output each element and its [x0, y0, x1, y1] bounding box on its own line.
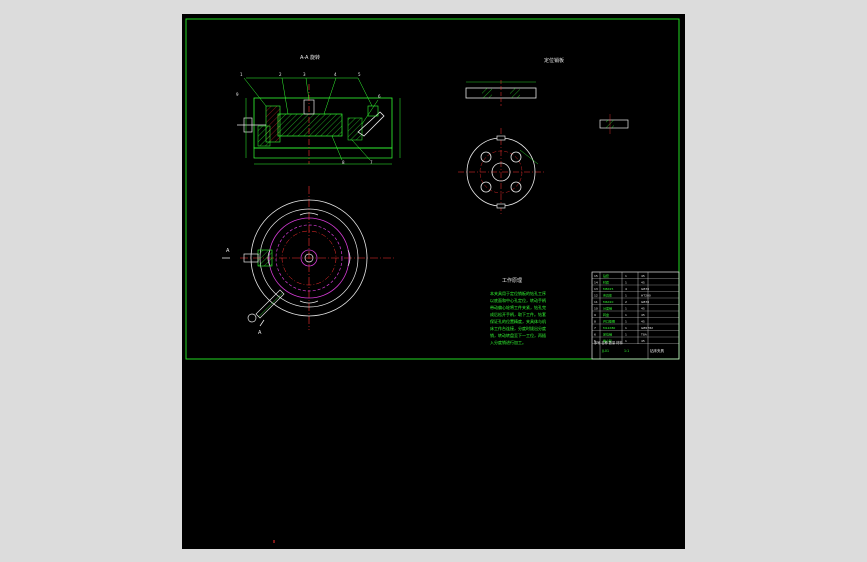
tb-drawing-no: JJ-01	[601, 349, 609, 353]
parts-cell: 1	[625, 319, 627, 323]
part-side-hatch-left	[482, 88, 492, 98]
handle-top	[255, 289, 285, 319]
notes-line-4: 成后松开手柄，取下工件。钻套	[490, 311, 546, 317]
parts-cell: 45	[641, 339, 645, 343]
leader-1: 1	[240, 72, 243, 77]
parts-cell: M6X20	[603, 300, 613, 304]
leader-9: 9	[236, 92, 239, 97]
title-block: 15 钻套 1 4514 衬套 1 4513 M8X25 4 GB7012 夹具体 1 HT20011 M…	[591, 271, 680, 360]
top-view: A A	[222, 186, 396, 336]
tb-name: 钻床夹具	[650, 348, 664, 353]
leader-4: 4	[334, 72, 337, 77]
parts-cell: 1	[625, 332, 627, 336]
parts-cell: 12	[594, 293, 598, 297]
parts-cell: 1	[625, 306, 627, 310]
parts-cell: 1	[625, 274, 627, 278]
leader-3: 3	[303, 72, 306, 77]
parts-cell: 钻套	[603, 273, 609, 278]
notes-heading: 工作原理	[502, 277, 522, 284]
cad-drawing: A-A 旋转 1 2 3 4 5 6 7 8 9 A A 定位销板 工作原理 本…	[185, 18, 680, 543]
parts-cell: 1	[625, 293, 627, 297]
parts-cell: 转盘	[603, 312, 609, 317]
notes-line-6: 床工作台连接，分度时拔出分度	[490, 325, 546, 331]
parts-cell: 14	[594, 280, 598, 284]
parts-cell: 8	[594, 319, 596, 323]
index-plunger	[257, 249, 273, 267]
parts-cell: 13	[594, 287, 598, 291]
part-views: 定位销板	[458, 57, 629, 216]
parts-cell: 定位销	[603, 331, 612, 336]
notes-line-7: 销，转动转盘至下一工位，再插	[490, 332, 546, 338]
handle-ball	[247, 313, 257, 323]
parts-cell: 开口垫圈	[603, 318, 615, 323]
tb-scale: 1:1	[624, 349, 629, 353]
notes-line-2: 以底面和中心孔定位，转动手柄	[490, 297, 546, 303]
parts-cell: 45	[641, 280, 645, 284]
section-view-title: A-A 旋转	[300, 54, 320, 61]
parts-cell: 1	[625, 313, 627, 317]
parts-cell: 15	[594, 274, 598, 278]
leader-2: 2	[279, 72, 282, 77]
parts-cell: T8A	[640, 332, 648, 336]
parts-cell: 1	[625, 339, 627, 343]
support-left	[257, 125, 271, 147]
section-view: A-A 旋转 1 2 3 4 5 6 7 8 9	[236, 54, 401, 165]
leader-5: 5	[358, 72, 361, 77]
notes-line-8: 入分度销进行加工。	[490, 339, 526, 345]
parts-cell: 衬套	[603, 279, 609, 284]
parts-cell: 9	[594, 313, 596, 317]
parts-cell: 45	[641, 274, 645, 278]
parts-cell: 45	[641, 306, 645, 310]
support-right	[347, 117, 363, 141]
notes-line-5: 保证孔的位置精度，夹具体与机	[490, 318, 546, 324]
part-side-hatch-right	[510, 88, 520, 98]
technical-notes: 工作原理 本夹具用于定位销板的钻孔工序 以底面和中心孔定位，转动手柄 带动偏心轮…	[490, 277, 546, 345]
parts-cell: 7	[594, 326, 596, 330]
part-title: 定位销板	[544, 57, 564, 64]
parts-list: 15 钻套 1 4514 衬套 1 4513 M8X25 4 GB7012 夹具体 1 HT20011 M…	[592, 273, 679, 344]
notes-line-1: 本夹具用于定位销板的钻孔工序	[490, 290, 546, 296]
parts-cell: 11	[594, 300, 598, 304]
parts-cell: 6	[594, 332, 596, 336]
base-plate	[253, 147, 393, 159]
parts-cell: HT200	[641, 293, 651, 297]
parts-cell: 分度销	[603, 305, 612, 310]
parts-cell: 4	[625, 287, 627, 291]
tb-footer: 序号 名称 数量 材料	[594, 340, 623, 345]
parts-cell: 10	[594, 306, 598, 310]
parts-cell: 2	[625, 300, 627, 304]
section-mark-1: A	[226, 248, 230, 254]
parts-cell: M12X80	[603, 326, 615, 330]
section-mark-2: A	[258, 330, 262, 336]
workpiece-section	[277, 113, 343, 137]
parts-cell: 夹具体	[603, 292, 612, 297]
parts-cell: GB5782	[641, 326, 653, 330]
notes-line-3: 带动偏心轮将工件夹紧，钻孔完	[490, 304, 546, 310]
section-line-2	[259, 319, 265, 327]
parts-cell: 45	[641, 313, 645, 317]
parts-cell: 1	[625, 326, 627, 330]
parts-cell: 45	[641, 319, 645, 323]
parts-cell: 1	[625, 280, 627, 284]
parts-cell: M8X25	[603, 287, 613, 291]
drawing-sheet: A-A 旋转 1 2 3 4 5 6 7 8 9 A A 定位销板 工作原理 本…	[182, 14, 685, 549]
